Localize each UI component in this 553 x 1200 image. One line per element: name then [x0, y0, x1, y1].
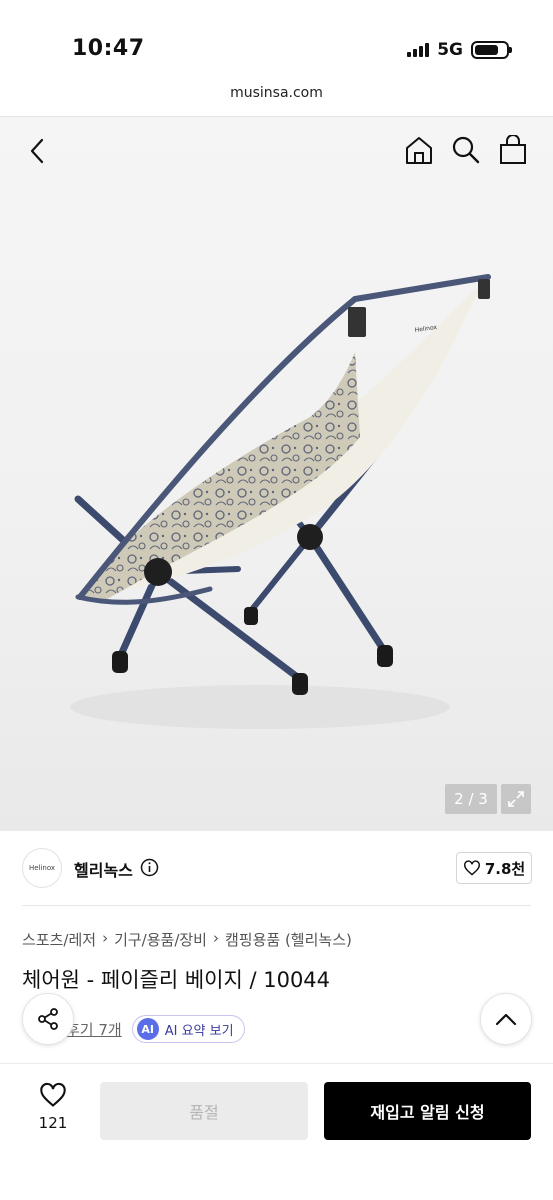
search-icon[interactable]	[452, 136, 480, 164]
share-button[interactable]	[22, 993, 74, 1045]
ai-summary-label: AI 요약 보기	[164, 1023, 234, 1039]
product-image-gallery[interactable]: Helinox 2 / 3	[0, 117, 553, 831]
chevron-up-icon	[495, 1013, 517, 1026]
brand-logo[interactable]: Helinox	[22, 848, 62, 888]
soldout-button: 품절	[100, 1082, 308, 1140]
wishlist-button[interactable]: 121	[30, 1082, 76, 1132]
brand-logo-text: Helinox	[28, 864, 56, 872]
ai-badge-icon: AI	[136, 1018, 159, 1040]
battery-icon	[471, 41, 512, 59]
chevron-right-icon: ›	[212, 929, 219, 947]
network-type: 5G	[437, 40, 463, 60]
breadcrumb-item[interactable]: 기구/용품/장비	[114, 929, 207, 950]
brand-row: Helinox 헬리녹스 7.8천	[0, 832, 553, 904]
breadcrumb: 스포츠/레저 › 기구/용품/장비 › 캠핑용품 (헬리녹스)	[22, 929, 352, 950]
info-icon[interactable]	[140, 858, 159, 877]
expand-button[interactable]	[501, 784, 531, 814]
chevron-right-icon: ›	[102, 929, 109, 947]
breadcrumb-item[interactable]: 스포츠/레저	[22, 929, 96, 950]
shopping-bag-icon[interactable]	[499, 135, 527, 165]
restock-alert-button[interactable]: 재입고 알림 신청	[324, 1082, 531, 1140]
brand-name[interactable]: 헬리녹스	[74, 857, 133, 881]
scroll-top-button[interactable]	[480, 993, 532, 1045]
back-arrow-icon[interactable]	[26, 137, 50, 165]
signal-icon	[407, 43, 430, 57]
review-link[interactable]: 후기 7개	[66, 1019, 122, 1040]
share-icon	[38, 1008, 58, 1030]
brand-like-count: 7.8천	[484, 859, 526, 878]
url-bar[interactable]: musinsa.com	[0, 85, 553, 115]
ai-summary-button[interactable]: AI AI 요약 보기	[131, 1015, 245, 1043]
wishlist-count: 121	[38, 1114, 68, 1132]
status-indicators: 5G	[407, 40, 512, 60]
product-title: 체어원 - 페이즐리 베이지 / 10044	[22, 968, 331, 992]
bottom-action-bar: 121 품절 재입고 알림 신청	[0, 1063, 553, 1200]
image-counter: 2 / 3	[445, 784, 497, 814]
heart-icon	[40, 1082, 66, 1107]
expand-icon	[508, 791, 524, 807]
status-time: 10:47	[72, 36, 145, 61]
breadcrumb-item[interactable]: 캠핑용품 (헬리녹스)	[225, 929, 352, 950]
home-icon[interactable]	[404, 135, 434, 165]
status-bar: 10:47 5G	[0, 0, 553, 85]
brand-like-button[interactable]: 7.8천	[456, 852, 532, 884]
divider	[22, 905, 531, 906]
heart-icon	[463, 860, 480, 876]
product-photo: Helinox	[70, 274, 491, 729]
